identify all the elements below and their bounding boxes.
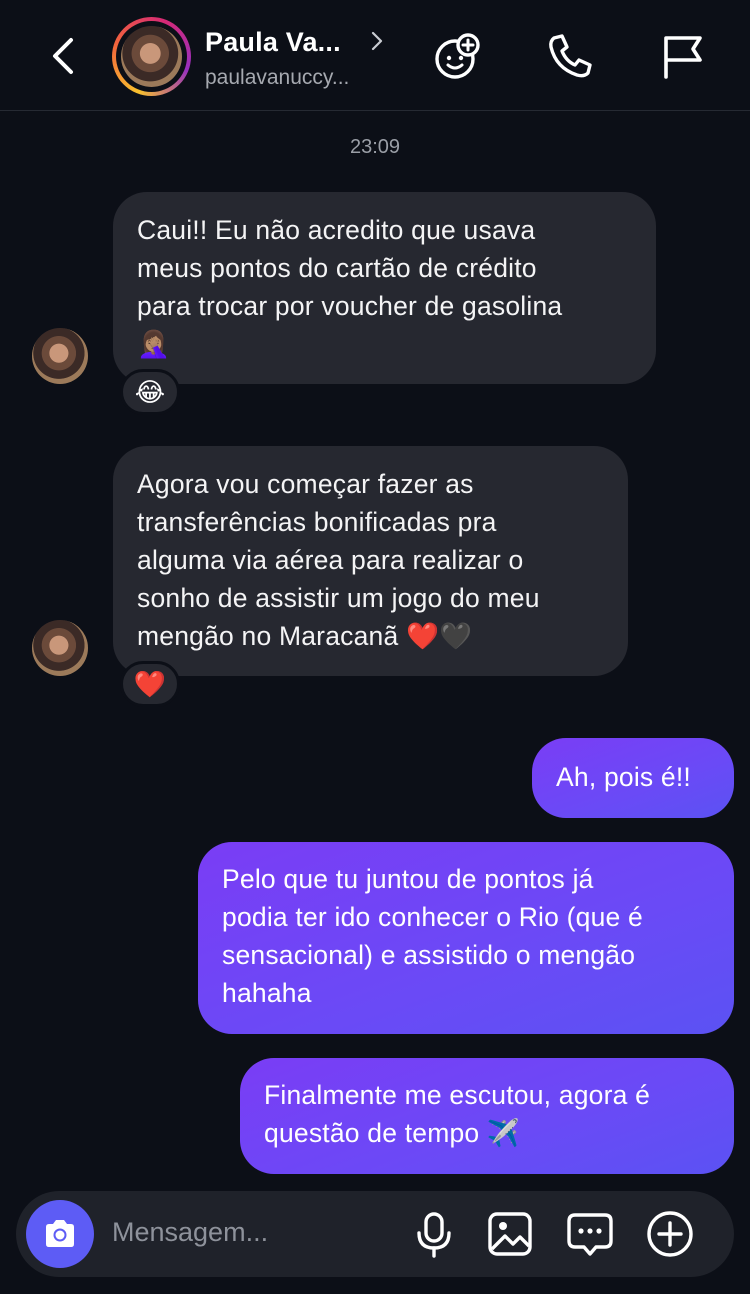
incoming-message[interactable]: Agora vou começar fazer as transferência… <box>113 446 628 676</box>
message-line: mengão no Maracanã ❤️🖤 <box>137 621 473 651</box>
contact-avatar[interactable] <box>112 17 191 96</box>
message-line: Agora vou começar fazer as <box>137 469 474 499</box>
message-line: para trocar por voucher de gasolina <box>137 291 563 321</box>
message-emoji: 🤦🏽‍♀️ <box>137 329 171 359</box>
phone-icon[interactable] <box>544 30 596 82</box>
chat-header: Paula Va... paulavanuccy... <box>0 0 750 111</box>
camera-icon <box>46 1220 74 1247</box>
microphone-icon[interactable] <box>409 1209 459 1259</box>
contact-handle[interactable]: paulavanuccy... <box>205 66 349 90</box>
sender-avatar[interactable] <box>32 620 88 676</box>
message-line: hahaha <box>222 978 312 1008</box>
camera-button[interactable] <box>26 1200 94 1268</box>
message-line: sensacional) e assistido o mengão <box>222 940 636 970</box>
contact-name[interactable]: Paula Va... <box>205 27 341 58</box>
message-timestamp: 23:09 <box>349 136 401 158</box>
incoming-message[interactable]: Caui!! Eu não acredito que usava meus po… <box>113 192 656 384</box>
outgoing-message[interactable]: Ah, pois é!! <box>532 738 734 818</box>
message-line: Pelo que tu juntou de pontos já <box>222 864 594 894</box>
message-line: questão de tempo ✈️ <box>264 1118 521 1148</box>
message-line: meus pontos do cartão de crédito <box>137 253 537 283</box>
flag-icon[interactable] <box>656 30 708 82</box>
message-line: Finalmente me escutou, agora é <box>264 1080 651 1110</box>
message-line: alguma via aérea para realizar o <box>137 545 524 575</box>
message-line: Ah, pois é!! <box>556 762 691 792</box>
message-input[interactable]: Mensagem... <box>112 1217 268 1248</box>
back-arrow-icon[interactable] <box>42 34 86 78</box>
plus-circle-icon[interactable] <box>645 1209 695 1259</box>
add-effect-icon[interactable] <box>431 30 483 82</box>
message-line: transferências bonificadas pra <box>137 507 497 537</box>
sticker-chat-icon[interactable] <box>565 1209 615 1259</box>
gallery-icon[interactable] <box>485 1209 535 1259</box>
message-line: Caui!! Eu não acredito que usava <box>137 215 536 245</box>
message-line: podia ter ido conhecer o Rio (que é <box>222 902 643 932</box>
sender-avatar[interactable] <box>32 328 88 384</box>
outgoing-message[interactable]: Finalmente me escutou, agora é questão d… <box>240 1058 734 1174</box>
message-composer: Mensagem... <box>16 1191 734 1277</box>
message-reaction[interactable]: 😂 <box>120 369 180 415</box>
message-reaction[interactable]: ❤️ <box>120 661 180 707</box>
message-line: sonho de assistir um jogo do meu <box>137 583 540 613</box>
chevron-right-icon[interactable] <box>368 30 386 52</box>
outgoing-message[interactable]: Pelo que tu juntou de pontos já podia te… <box>198 842 734 1034</box>
